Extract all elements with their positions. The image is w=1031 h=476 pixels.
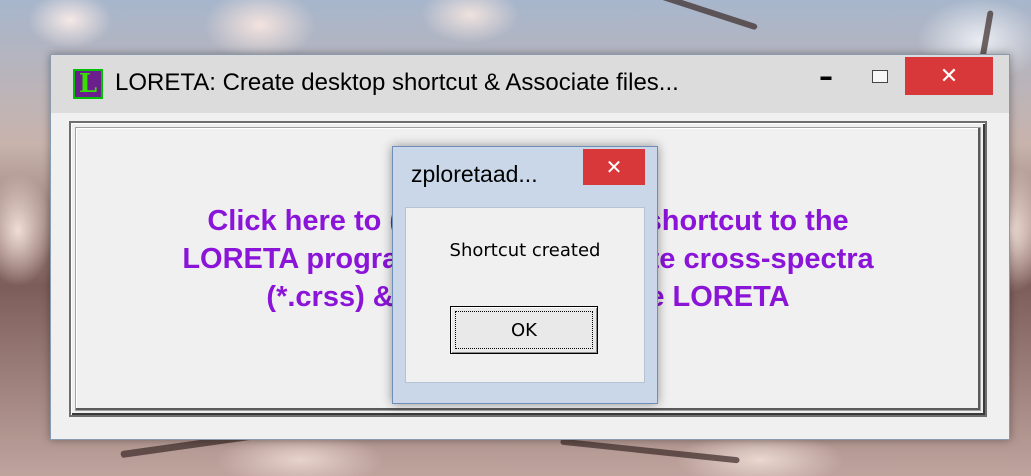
minimize-icon: – [819,59,833,93]
focus-ring [455,311,593,349]
minimize-button[interactable]: – [803,55,849,97]
maximize-button[interactable] [857,55,903,97]
ok-button[interactable]: OK [450,306,598,354]
close-icon: ✕ [939,63,959,89]
dialog-close-button[interactable]: ✕ [583,149,645,185]
message-dialog: zploretaad... ✕ Shortcut created OK [392,146,658,404]
dialog-title: zploretaad... [411,161,538,187]
loreta-app-icon[interactable]: L [73,69,103,99]
app-icon-letter: L [78,69,98,99]
branch-decoration [560,438,740,464]
dialog-body: Shortcut created OK [405,207,645,383]
maximize-icon [872,69,888,83]
close-icon: ✕ [605,155,623,179]
window-titlebar[interactable]: L LORETA: Create desktop shortcut & Asso… [51,55,1009,113]
window-title: LORETA: Create desktop shortcut & Associ… [115,69,679,96]
dialog-message: Shortcut created [449,240,601,261]
close-button[interactable]: ✕ [905,57,993,95]
branch-decoration [642,0,758,31]
